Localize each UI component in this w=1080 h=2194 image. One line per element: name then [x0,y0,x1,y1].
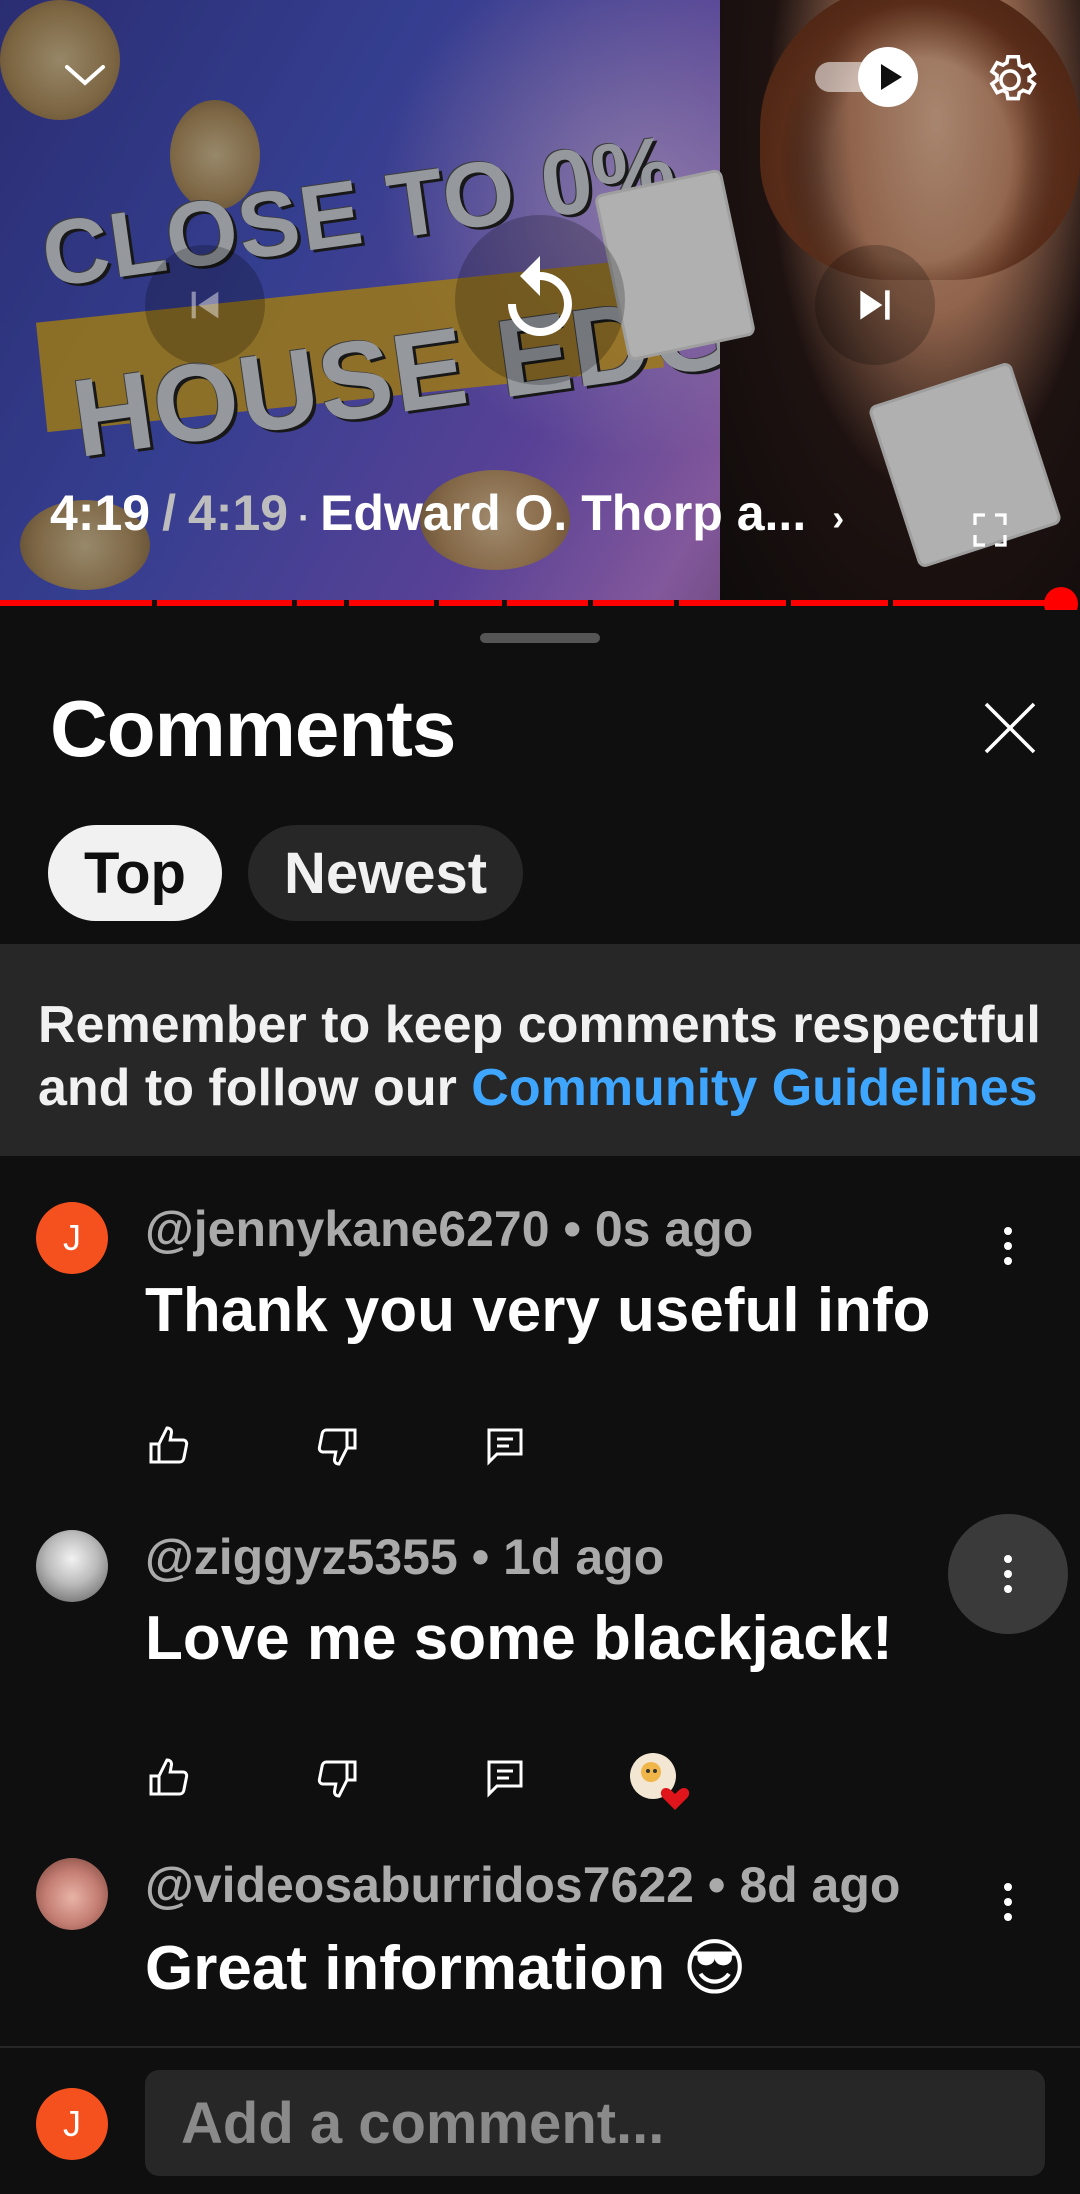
chapter-gap [502,600,507,606]
avatar[interactable]: J [36,1202,108,1274]
title-dot: · [298,497,311,538]
comment-text: Great information 😎 [145,1934,748,2003]
more-options-icon[interactable] [948,1514,1068,1634]
time-and-title-row[interactable]: 4:19 / 4:19 · Edward O. Thorp a... › [50,484,844,542]
skip-previous-icon[interactable] [145,245,265,365]
comment-composer: J [0,2046,1080,2194]
comment-time: 8d ago [739,1857,901,1913]
video-title[interactable]: Edward O. Thorp a... [320,484,806,542]
chapter-gap [786,600,791,606]
add-comment-input[interactable] [145,2070,1045,2176]
comment-item: @videosaburridos7622 • 8d ago Great info… [0,1836,1080,2036]
reply-icon[interactable] [481,1422,529,1470]
comments-panel: Comments Top Newest Remember to keep com… [0,610,1080,2194]
comment-actions [145,1422,629,1470]
chevron-right-icon: › [832,497,845,538]
comment-meta: @ziggyz5355 • 1d ago [145,1528,664,1586]
community-guidelines-link[interactable]: Community Guidelines [471,1059,1037,1117]
comment-text: Thank you very useful info [145,1276,931,1345]
close-icon[interactable] [970,688,1050,768]
video-player[interactable]: CLOSE TO 0% HOUSE EDGE? 4:19 / 4:19 · Ed… [0,0,1080,605]
drag-handle[interactable] [480,633,600,643]
comment-item: @ziggyz5355 • 1d ago Love me some blackj… [0,1508,1080,1828]
chapter-gap [152,600,157,606]
replay-icon[interactable] [455,215,625,385]
reply-icon[interactable] [481,1754,529,1802]
chapter-gap [292,600,297,606]
dislike-icon[interactable] [313,1754,361,1802]
like-icon[interactable] [145,1422,193,1470]
time-separator: / [162,485,176,541]
skip-next-icon[interactable] [815,245,935,365]
more-options-icon[interactable] [968,1206,1048,1286]
chip-newest[interactable]: Newest [247,825,524,921]
duration: 4:19 [187,485,289,541]
chapter-gap [888,600,893,606]
meta-dot: • [471,1529,490,1585]
avatar[interactable] [36,1858,108,1930]
like-icon[interactable] [145,1754,193,1802]
dislike-icon[interactable] [313,1422,361,1470]
guidelines-notice: Remember to keep comments respectful and… [0,944,1080,1156]
comment-author[interactable]: @videosaburridos7622 [145,1857,694,1913]
avatar[interactable] [36,1530,108,1602]
comment-time: 1d ago [503,1529,665,1585]
chapter-gap [588,600,593,606]
current-time: 4:19 [50,485,151,541]
chapter-gap [344,600,349,606]
autoplay-toggle[interactable] [815,47,925,107]
creator-heart-icon [629,1750,690,1810]
panel-title: Comments [50,684,456,773]
more-options-icon[interactable] [968,1862,1048,1942]
autoplay-toggle-icon [858,47,918,107]
comment-item: J @jennykane6270 • 0s ago Thank you very… [0,1180,1080,1500]
comment-time: 0s ago [594,1201,754,1257]
gear-icon[interactable] [975,45,1045,115]
chapter-gap [434,600,439,606]
comment-meta: @videosaburridos7622 • 8d ago [145,1856,900,1914]
comment-author[interactable]: @jennykane6270 [145,1201,550,1257]
comment-text: Love me some blackjack! [145,1604,893,1673]
chapter-gap [674,600,679,606]
meta-dot: • [707,1857,726,1913]
comment-actions [145,1750,690,1810]
comment-author[interactable]: @ziggyz5355 [145,1529,458,1585]
meta-dot: • [563,1201,581,1257]
chip-top[interactable]: Top [48,825,222,921]
sort-chips: Top Newest [48,825,524,921]
fullscreen-icon[interactable] [965,505,1015,555]
chevron-down-icon[interactable] [50,50,120,100]
progress-bar[interactable] [0,600,1062,606]
avatar[interactable]: J [36,2088,108,2160]
comment-meta: @jennykane6270 • 0s ago [145,1200,753,1258]
